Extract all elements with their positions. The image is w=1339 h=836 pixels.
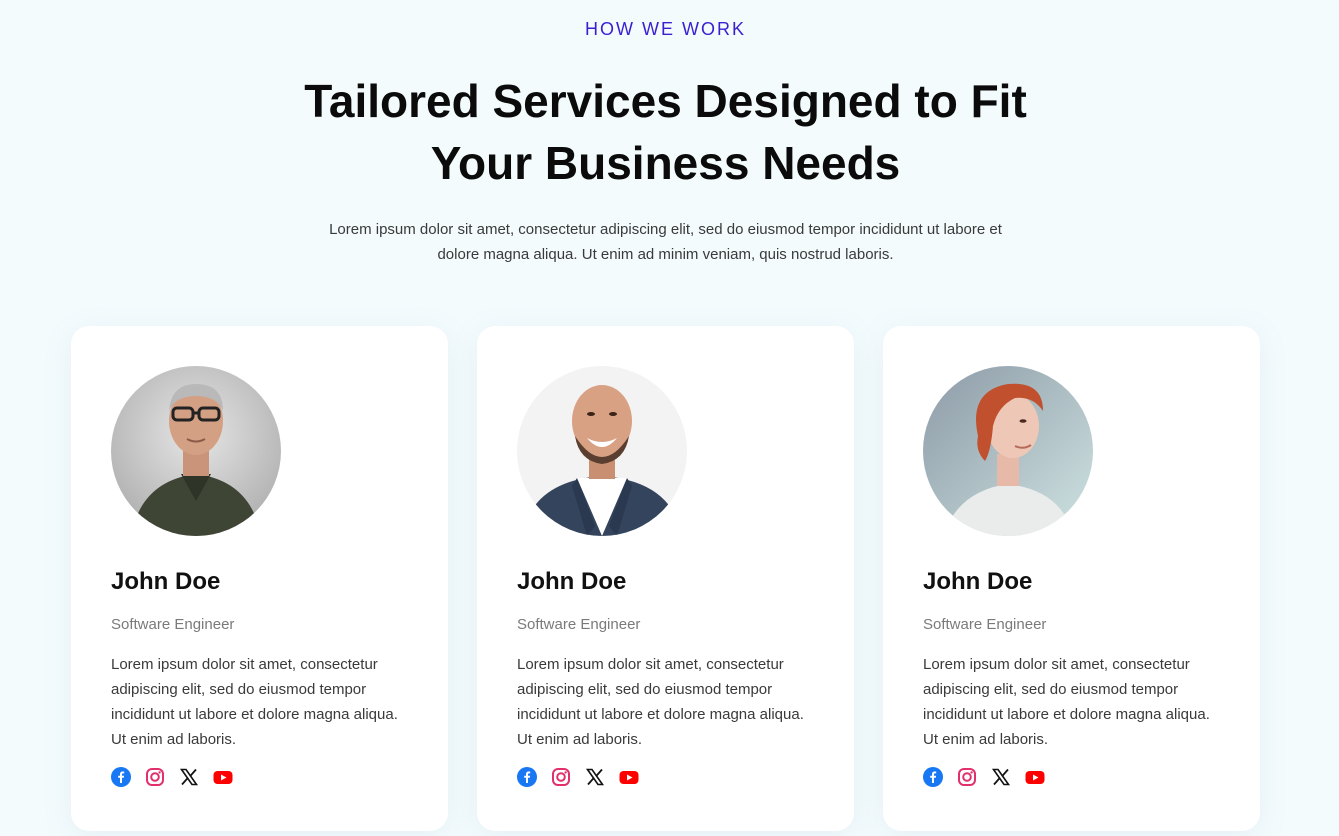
x-icon[interactable] xyxy=(991,767,1011,787)
heading-line-1: Tailored Services Designed to Fit xyxy=(304,75,1027,127)
avatar xyxy=(923,366,1093,536)
member-role: Software Engineer xyxy=(111,616,235,633)
member-name: John Doe xyxy=(517,568,627,595)
facebook-icon[interactable] xyxy=(111,767,131,787)
section-eyebrow: HOW WE WORK xyxy=(585,19,746,39)
team-card: John Doe Software Engineer Lorem ipsum d… xyxy=(71,326,448,831)
avatar xyxy=(517,366,687,536)
member-name: John Doe xyxy=(923,568,1033,595)
facebook-icon[interactable] xyxy=(517,767,537,787)
team-card: John Doe Software Engineer Lorem ipsum d… xyxy=(477,326,854,831)
team-cards: John Doe Software Engineer Lorem ipsum d… xyxy=(71,326,1260,831)
instagram-icon[interactable] xyxy=(551,767,571,787)
team-card: John Doe Software Engineer Lorem ipsum d… xyxy=(883,326,1260,831)
member-name: John Doe xyxy=(111,568,221,595)
youtube-icon[interactable] xyxy=(213,767,233,787)
intro-line-1: Lorem ipsum dolor sit amet, consectetur … xyxy=(329,221,1002,238)
instagram-icon[interactable] xyxy=(145,767,165,787)
instagram-icon[interactable] xyxy=(957,767,977,787)
heading-line-2: Your Business Needs xyxy=(430,137,901,189)
youtube-icon[interactable] xyxy=(619,767,639,787)
member-role: Software Engineer xyxy=(517,616,641,633)
member-bio: Lorem ipsum dolor sit amet, consectetur … xyxy=(517,656,804,748)
avatar xyxy=(111,366,281,536)
social-links xyxy=(517,767,639,787)
member-role: Software Engineer xyxy=(923,616,1047,633)
social-links xyxy=(111,767,233,787)
intro-line-2: dolore magna aliqua. Ut enim ad minim ve… xyxy=(437,246,894,263)
x-icon[interactable] xyxy=(179,767,199,787)
member-bio: Lorem ipsum dolor sit amet, consectetur … xyxy=(111,656,398,748)
social-links xyxy=(923,767,1045,787)
member-bio: Lorem ipsum dolor sit amet, consectetur … xyxy=(923,656,1210,748)
facebook-icon[interactable] xyxy=(923,767,943,787)
x-icon[interactable] xyxy=(585,767,605,787)
youtube-icon[interactable] xyxy=(1025,767,1045,787)
section-intro: Lorem ipsum dolor sit amet, consectetur … xyxy=(300,217,1031,267)
section-heading: Tailored Services Designed to Fit Your B… xyxy=(0,70,1331,194)
